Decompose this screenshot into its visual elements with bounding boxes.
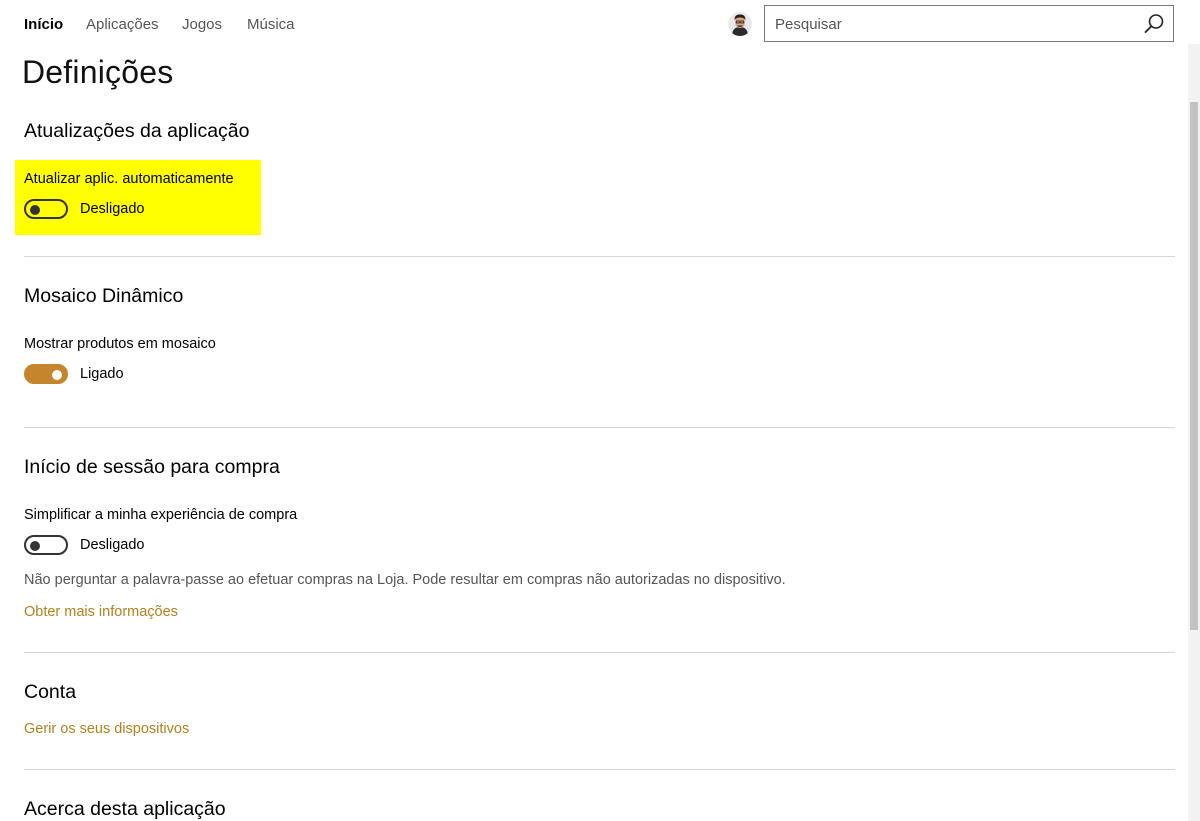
auto-update-label: Atualizar aplic. automaticamente [24,171,234,187]
more-info-link[interactable]: Obter mais informações [24,604,178,620]
tab-aplicacoes[interactable]: Aplicações [86,16,159,33]
auto-update-toggle-state: Desligado [80,201,145,217]
show-products-tile-toggle[interactable] [24,364,68,384]
section-divider [24,652,1175,653]
search-input[interactable] [775,14,1135,34]
search-icon[interactable] [1143,13,1165,35]
section-divider [24,769,1175,770]
section-divider [24,427,1175,428]
show-products-tile-label: Mostrar produtos em mosaico [24,336,216,352]
toggle-knob [30,205,40,215]
purchase-description: Não perguntar a palavra-passe ao efetuar… [24,572,786,588]
section-title-purchase-signin: Início de sessão para compra [24,456,280,478]
auto-update-toggle[interactable] [24,199,68,219]
show-products-tile-toggle-state: Ligado [80,366,124,382]
avatar-image [728,12,752,36]
simplify-purchase-toggle-state: Desligado [80,537,145,553]
toggle-knob [52,370,62,380]
section-title-app-updates: Atualizações da aplicação [24,120,250,142]
manage-devices-link[interactable]: Gerir os seus dispositivos [24,721,189,737]
tab-musica[interactable]: Música [247,16,295,33]
toggle-knob [30,541,40,551]
section-title-live-tile: Mosaico Dinâmico [24,285,184,307]
simplify-purchase-toggle[interactable] [24,535,68,555]
page-title: Definições [22,54,174,90]
top-nav: Início Aplicações Jogos Música [0,0,1200,50]
search-box [764,5,1174,42]
store-settings-page: Início Aplicações Jogos Música Pesquisar… [0,0,1200,821]
scrollbar-thumb[interactable] [1190,102,1198,630]
section-title-account: Conta [24,681,77,703]
section-title-about: Acerca desta aplicação [24,798,226,820]
user-avatar[interactable] [728,12,752,36]
tab-jogos[interactable]: Jogos [182,16,222,33]
simplify-purchase-label: Simplificar a minha experiência de compr… [24,507,298,523]
tab-inicio[interactable]: Início [24,16,63,33]
vertical-scrollbar[interactable] [1188,44,1200,821]
section-divider [24,256,1175,257]
